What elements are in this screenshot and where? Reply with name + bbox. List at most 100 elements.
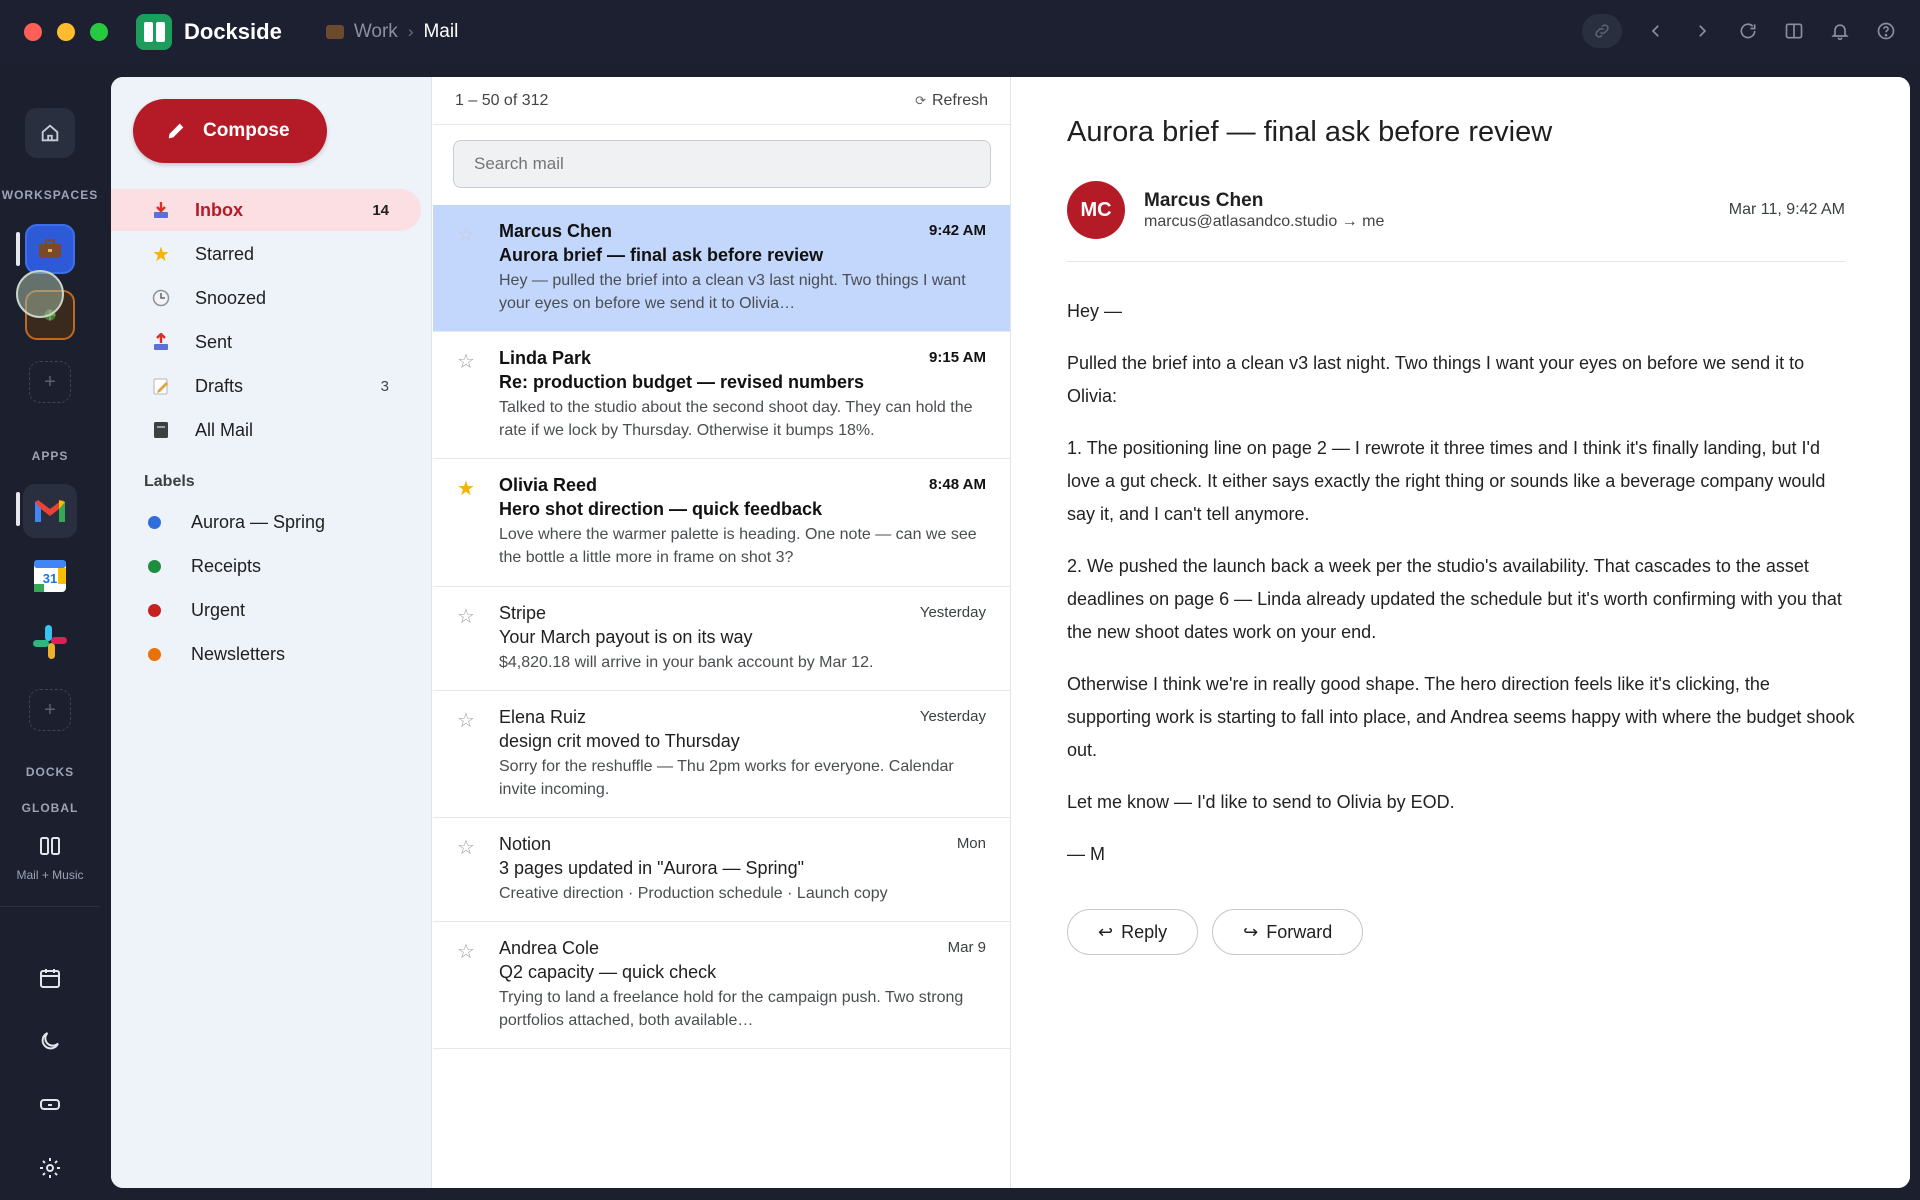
nav-item-all-mail[interactable]: All Mail — [111, 409, 421, 451]
nav-item-label: Inbox — [195, 199, 243, 220]
nav-item-count: 3 — [380, 377, 389, 395]
message-time: Yesterday — [919, 708, 986, 725]
star-toggle-icon[interactable]: ☆ — [457, 942, 475, 962]
nav-item-label: Snoozed — [195, 287, 267, 308]
nav-item-label: Starred — [195, 243, 255, 264]
message-subject: Re: production budget — revised numbers — [499, 372, 865, 392]
message-row[interactable]: ☆ Elena Ruiz Yesterday design crit moved… — [433, 691, 1010, 818]
nav-item-inbox[interactable]: Inbox 14 — [111, 189, 421, 231]
add-app-button[interactable]: + — [29, 689, 71, 731]
reading-pane: Aurora brief — final ask before review M… — [1012, 77, 1910, 1188]
message-subject: Aurora brief — final ask before review — [499, 245, 824, 265]
message-time: Mon — [956, 835, 986, 852]
message-snippet: Hey — pulled the brief into a clean v3 l… — [499, 272, 966, 312]
calendar-icon[interactable] — [25, 953, 75, 1003]
nav-item-starred[interactable]: ★ Starred — [111, 233, 421, 275]
message-row[interactable]: ☆ Marcus Chen 9:42 AM Aurora brief — fin… — [433, 205, 1010, 332]
star-toggle-icon[interactable]: ☆ — [457, 607, 475, 627]
breadcrumb: Work › Mail — [325, 21, 458, 43]
workspaces-label: WORKSPACES — [1, 188, 99, 202]
moon-icon[interactable] — [25, 1016, 75, 1066]
body-paragraph: 2. We pushed the launch back a week per … — [1067, 556, 1842, 642]
message-row[interactable]: ☆ Stripe Yesterday Your March payout is … — [433, 587, 1010, 691]
mail-nav: Compose Inbox 14 ★ Starred Snoozed Sent — [111, 77, 432, 1188]
message-subject: Q2 capacity — quick check — [499, 962, 717, 982]
message-rows: ☆ Marcus Chen 9:42 AM Aurora brief — fin… — [433, 205, 1010, 1049]
label-newsletters[interactable]: Newsletters — [111, 634, 421, 674]
label-aurora-spring[interactable]: Aurora — Spring — [111, 502, 421, 542]
left-rail: WORKSPACES + APPS 31 + DOCKS GLOBAL Mail… — [0, 64, 100, 1200]
reload-icon[interactable] — [1736, 19, 1760, 43]
home-button[interactable] — [25, 108, 75, 158]
link-icon[interactable] — [1582, 14, 1622, 48]
app-name: Dockside — [184, 19, 282, 44]
help-icon[interactable] — [1874, 19, 1898, 43]
forward-icon[interactable] — [1690, 19, 1714, 43]
zoom-window-button[interactable] — [90, 23, 108, 41]
star-toggle-icon[interactable]: ☆ — [457, 352, 475, 372]
body-paragraph: Let me know — I'd like to send to Olivia… — [1067, 792, 1455, 812]
minimize-window-button[interactable] — [57, 23, 75, 41]
active-workspace-indicator — [16, 232, 20, 266]
search-input[interactable] — [453, 140, 991, 188]
add-workspace-button[interactable]: + — [29, 361, 71, 403]
star-toggle-icon[interactable]: ☆ — [457, 225, 475, 245]
label-name: Newsletters — [191, 643, 286, 664]
back-icon[interactable] — [1644, 19, 1668, 43]
inbox-icon — [149, 201, 173, 219]
message-sender: Elena Ruiz — [499, 707, 587, 727]
message-sender: Olivia Reed — [499, 475, 598, 495]
bell-icon[interactable] — [1828, 19, 1852, 43]
nav-item-label: Drafts — [195, 375, 244, 396]
workspace-work-button[interactable] — [25, 224, 75, 274]
message-snippet: Trying to land a freelance hold for the … — [499, 989, 964, 1029]
message-body: Hey — Pulled the brief into a clean v3 l… — [1067, 295, 1857, 890]
docks-label: DOCKS — [25, 765, 75, 779]
star-toggle-icon[interactable]: ☆ — [457, 838, 475, 858]
forward-button[interactable]: ↪ Forward — [1212, 909, 1364, 955]
forward-label: Forward — [1266, 921, 1333, 942]
nav-item-drafts[interactable]: Drafts 3 — [111, 365, 421, 407]
message-actions: ↩ Reply ↪ Forward — [1067, 909, 1364, 955]
message-time: 9:42 AM — [929, 222, 986, 239]
message-date: Mar 11, 9:42 AM — [1728, 201, 1845, 218]
refresh-button[interactable]: ⟳ Refresh — [915, 92, 988, 110]
label-dot-icon — [148, 559, 161, 573]
reply-icon: ↩ — [1098, 921, 1114, 942]
dock-columns-icon[interactable] — [25, 821, 75, 871]
close-window-button[interactable] — [24, 23, 42, 41]
titlebar-actions — [1582, 14, 1898, 48]
reply-button[interactable]: ↩ Reply — [1067, 909, 1199, 955]
gmail-app-button[interactable] — [23, 484, 77, 538]
goggles-icon[interactable] — [25, 1079, 75, 1129]
message-sender: Linda Park — [499, 348, 592, 368]
message-row[interactable]: ☆ Notion Mon 3 pages updated in "Aurora … — [433, 818, 1010, 922]
breadcrumb-workspace[interactable]: Work — [354, 21, 398, 43]
sender-name: Marcus Chen — [1144, 190, 1264, 211]
compose-button[interactable]: Compose — [133, 99, 327, 163]
star-toggle-icon[interactable]: ☆ — [457, 711, 475, 731]
calendar-app-button[interactable]: 31 — [25, 551, 75, 601]
message-subject: 3 pages updated in "Aurora — Spring" — [499, 858, 804, 878]
label-dot-icon — [148, 647, 161, 661]
message-row[interactable]: ☆ Andrea Cole Mar 9 Q2 capacity — quick … — [433, 922, 1010, 1049]
message-subject: Your March payout is on its way — [499, 627, 753, 647]
label-receipts[interactable]: Receipts — [111, 546, 421, 586]
slack-app-button[interactable] — [25, 617, 75, 667]
apps-label: APPS — [31, 449, 69, 463]
nav-item-snoozed[interactable]: Snoozed — [111, 277, 421, 319]
message-subject: design crit moved to Thursday — [499, 731, 740, 751]
message-row[interactable]: ★ Olivia Reed 8:48 AM Hero shot directio… — [433, 459, 1010, 587]
nav-item-sent[interactable]: Sent — [111, 321, 421, 363]
message-snippet: Love where the warmer palette is heading… — [499, 526, 977, 566]
message-row[interactable]: ☆ Linda Park 9:15 AM Re: production budg… — [433, 332, 1010, 459]
label-name: Urgent — [191, 599, 246, 620]
star-icon: ★ — [152, 243, 170, 266]
refresh-icon: ⟳ — [915, 92, 926, 108]
star-filled-icon[interactable]: ★ — [457, 479, 475, 499]
gear-icon[interactable] — [25, 1143, 75, 1193]
label-urgent[interactable]: Urgent — [111, 590, 421, 630]
reply-label: Reply — [1121, 921, 1168, 942]
message-time: 8:48 AM — [929, 476, 986, 493]
split-view-icon[interactable] — [1782, 19, 1806, 43]
